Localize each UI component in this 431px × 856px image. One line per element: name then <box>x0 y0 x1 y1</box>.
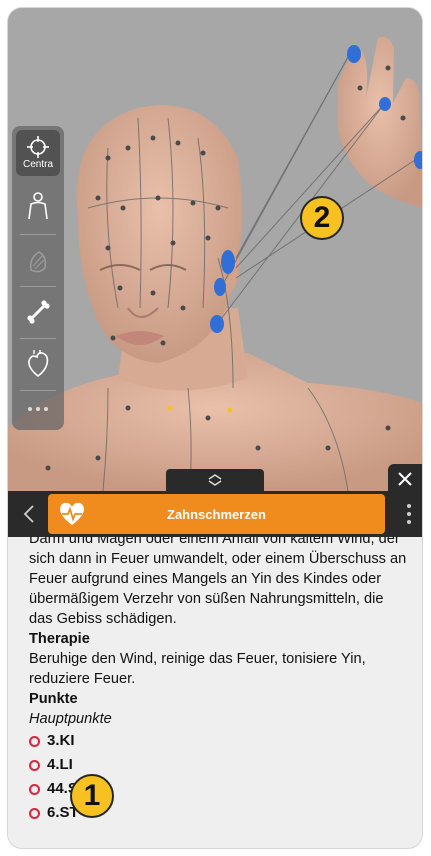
callout-1: 1 <box>70 774 114 818</box>
3d-model-viewport[interactable]: 2 Centra <box>8 8 422 491</box>
panel-resize-handle[interactable] <box>166 469 264 491</box>
expand-chevrons-icon <box>208 474 222 486</box>
heartbeat-icon <box>60 502 84 525</box>
body-icon <box>28 192 48 220</box>
points-heading: Punkte <box>29 691 78 707</box>
point-ring-icon <box>29 759 40 771</box>
muscle-icon <box>29 251 47 273</box>
bone-layer-button[interactable] <box>16 290 60 334</box>
more-icon <box>28 407 48 411</box>
more-tools-button[interactable] <box>16 392 60 426</box>
back-button[interactable] <box>16 499 42 529</box>
callout-2: 2 <box>300 196 344 240</box>
muscle-layer-button[interactable] <box>16 238 60 282</box>
heart-organ-icon <box>28 350 49 378</box>
therapy-heading: Therapie <box>29 631 90 647</box>
organ-layer-button[interactable] <box>16 342 60 386</box>
more-dot <box>407 520 411 524</box>
point-item[interactable]: 4.LI <box>29 753 409 777</box>
tool-separator <box>20 390 56 391</box>
tool-separator <box>20 338 56 339</box>
close-icon <box>398 472 412 486</box>
close-button[interactable] <box>388 464 422 494</box>
tool-separator <box>20 286 56 287</box>
point-item[interactable]: 3.KI <box>29 729 409 753</box>
more-dot <box>407 504 411 508</box>
intro-text: Darm und Magen oder einem Anfall von kal… <box>29 537 407 627</box>
point-label: 4.LI <box>47 756 73 773</box>
bone-icon <box>27 300 50 324</box>
acupuncture-model-figure[interactable] <box>8 8 422 491</box>
page-title: Zahnschmerzen <box>167 506 266 522</box>
tool-separator <box>20 234 56 235</box>
more-options-button[interactable] <box>406 504 412 524</box>
point-ring-icon <box>29 735 40 747</box>
title-button[interactable]: Zahnschmerzen <box>48 494 385 534</box>
therapy-text: Beruhige den Wind, reinige das Feuer, to… <box>29 651 366 687</box>
detail-toolbar: Zahnschmerzen <box>8 491 422 537</box>
center-view-label: Centra <box>22 159 53 170</box>
tool-panel: Centra <box>12 126 64 430</box>
crosshair-icon <box>27 136 49 158</box>
chevron-left-icon <box>23 505 34 523</box>
points-subheading: Hauptpunkte <box>29 711 112 727</box>
point-label: 3.KI <box>47 732 75 749</box>
more-dot <box>407 512 411 516</box>
point-ring-icon <box>29 807 40 819</box>
center-view-button[interactable]: Centra <box>16 130 60 176</box>
body-layer-button[interactable] <box>16 184 60 228</box>
app-screen: 2 Centra Zahnschmerzen Darm und Magen od… <box>8 8 422 848</box>
point-ring-icon <box>29 783 40 795</box>
